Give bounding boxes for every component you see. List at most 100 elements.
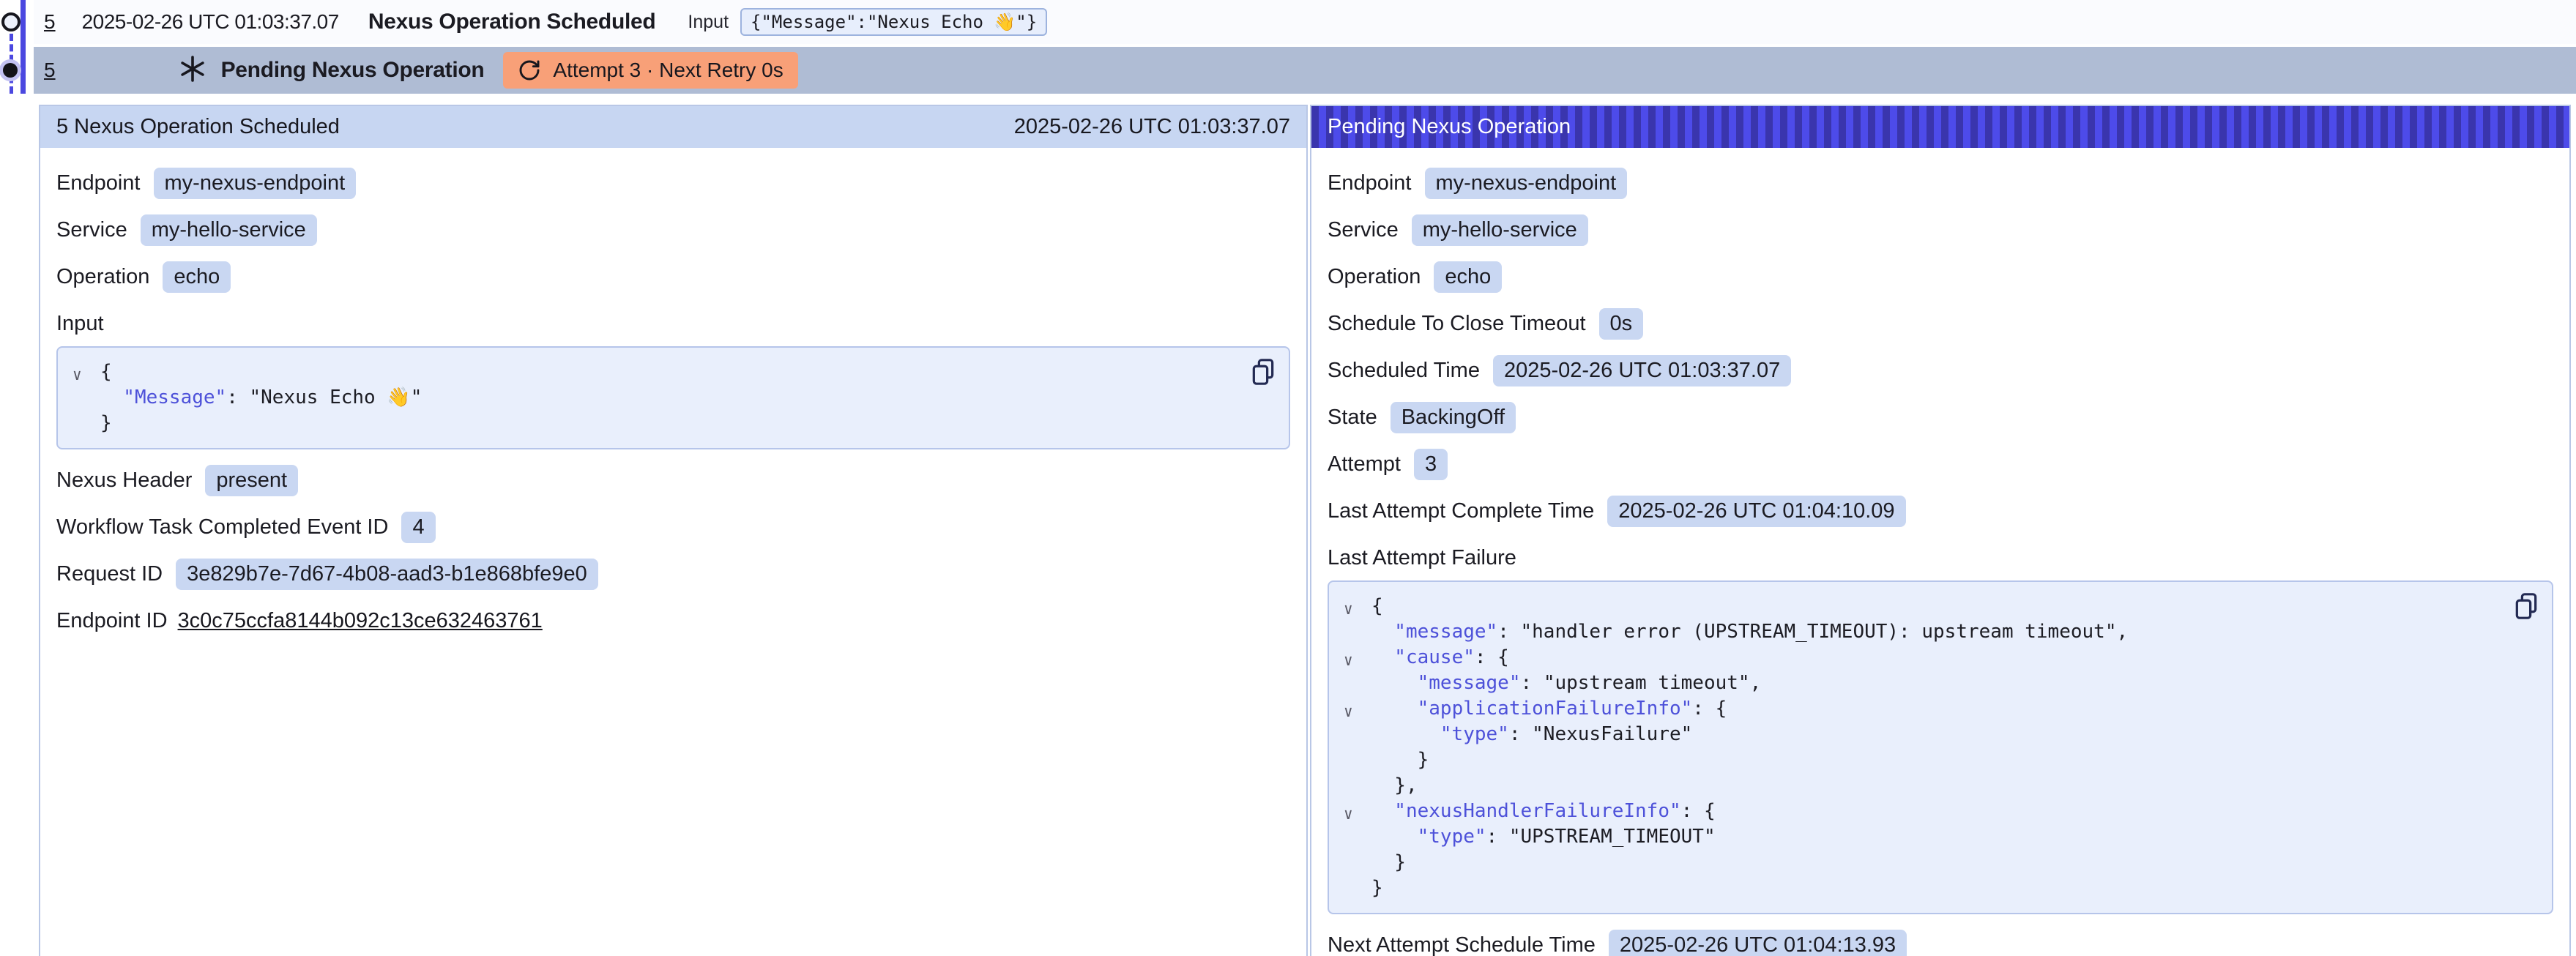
field-label: Endpoint: [56, 171, 141, 195]
event-id-link[interactable]: 5: [44, 59, 56, 82]
field-value-badge: 2025-02-26 UTC 01:03:37.07: [1493, 355, 1791, 386]
field-value-badge: 2025-02-26 UTC 01:04:10.09: [1607, 496, 1905, 527]
field-value-badge: my-nexus-endpoint: [1425, 168, 1628, 199]
pending-nexus-operation-row[interactable]: 5 Pending Nexus Operation Attempt 3 · Ne…: [34, 47, 2576, 94]
chevron-down-icon[interactable]: ∨: [72, 362, 82, 388]
field-label: Operation: [56, 265, 149, 289]
field-value-badge: 0s: [1599, 308, 1644, 340]
timeline-pending-node-icon: [3, 63, 18, 78]
retry-attempt-text: Attempt 3 · Next Retry 0s: [553, 59, 783, 82]
field-label: Operation: [1328, 265, 1421, 289]
chevron-down-icon[interactable]: ∨: [1344, 802, 1353, 827]
endpoint-id-link[interactable]: 3c0c75ccfa8144b092c13ce632463761: [178, 609, 543, 633]
field-label: Service: [1328, 218, 1399, 242]
field-row-next-attempt-schedule-time: Next Attempt Schedule Time 2025-02-26 UT…: [1328, 929, 2553, 956]
pending-title: Pending Nexus Operation: [221, 58, 485, 83]
pending-asterisk-icon: [179, 55, 206, 86]
retry-attempt-badge: Attempt 3 · Next Retry 0s: [503, 52, 797, 89]
field-label: Last Attempt Complete Time: [1328, 499, 1594, 523]
field-label: Scheduled Time: [1328, 359, 1480, 383]
code-line: "type": "UPSTREAM_TIMEOUT": [1371, 824, 2501, 850]
field-value-badge: present: [205, 465, 298, 496]
field-row-attempt: Attempt 3: [1328, 448, 2553, 480]
code-line: ∨"nexusHandlerFailureInfo": {: [1371, 799, 2501, 824]
field-label: Schedule To Close Timeout: [1328, 312, 1586, 336]
code-line: "message": "handler error (UPSTREAM_TIME…: [1371, 619, 2501, 645]
code-line: }: [1371, 875, 2501, 901]
field-value-badge: 2025-02-26 UTC 01:04:13.93: [1609, 930, 1907, 956]
code-line: ∨"applicationFailureInfo": {: [1371, 696, 2501, 722]
field-value-badge: my-hello-service: [1412, 214, 1588, 246]
field-value-badge: echo: [163, 261, 231, 293]
chevron-down-icon[interactable]: ∨: [1344, 648, 1353, 673]
event-detail-header: 5 Nexus Operation Scheduled 2025-02-26 U…: [40, 106, 1306, 148]
event-timestamp: 2025-02-26 UTC 01:03:37.07: [82, 10, 339, 34]
pending-operation-body: Endpoint my-nexus-endpoint Service my-he…: [1311, 148, 2569, 956]
field-value-badge: 3e829b7e-7d67-4b08-aad3-b1e868bfe9e0: [176, 559, 598, 590]
field-row-endpoint-id: Endpoint ID 3c0c75ccfa8144b092c13ce63246…: [56, 605, 1290, 637]
event-row-nexus-operation-scheduled[interactable]: 5 2025-02-26 UTC 01:03:37.07 Nexus Opera…: [34, 0, 2576, 44]
field-value-badge: BackingOff: [1391, 402, 1516, 433]
code-line: ∨"cause": {: [1371, 645, 2501, 671]
last-attempt-failure-label: Last Attempt Failure: [1328, 546, 2553, 570]
code-line: ∨{: [100, 359, 1237, 385]
field-value-badge: 4: [401, 512, 435, 543]
field-label: Request ID: [56, 562, 163, 586]
input-section-label: Input: [56, 312, 1290, 336]
code-line: }: [1371, 747, 2501, 773]
field-label: Workflow Task Completed Event ID: [56, 515, 388, 539]
code-line: "Message": "Nexus Echo 👋": [100, 385, 1237, 411]
chevron-down-icon[interactable]: ∨: [1344, 699, 1353, 725]
event-detail-panel: 5 Nexus Operation Scheduled 2025-02-26 U…: [39, 105, 1308, 956]
workflow-history-page: 5 2025-02-26 UTC 01:03:37.07 Nexus Opera…: [0, 0, 2576, 956]
failure-json-block: ∨{"message": "handler error (UPSTREAM_TI…: [1328, 580, 2553, 914]
field-value-badge: my-nexus-endpoint: [154, 168, 357, 199]
event-id-link[interactable]: 5: [44, 10, 56, 34]
pending-operation-header: Pending Nexus Operation: [1311, 106, 2569, 148]
failure-json-lines: ∨{"message": "handler error (UPSTREAM_TI…: [1371, 594, 2501, 901]
field-label: Next Attempt Schedule Time: [1328, 933, 1596, 956]
code-line: }: [100, 411, 1237, 436]
code-line: "message": "upstream timeout",: [1371, 671, 2501, 696]
event-detail-header-title: 5 Nexus Operation Scheduled: [56, 115, 340, 139]
field-row-request-id: Request ID 3e829b7e-7d67-4b08-aad3-b1e86…: [56, 558, 1290, 590]
field-label: State: [1328, 406, 1377, 430]
field-label: Endpoint: [1328, 171, 1412, 195]
field-row-endpoint: Endpoint my-nexus-endpoint: [56, 167, 1290, 199]
field-value-badge: my-hello-service: [141, 214, 317, 246]
code-line: }: [1371, 850, 2501, 875]
field-row-workflow-task-completed-event-id: Workflow Task Completed Event ID 4: [56, 511, 1290, 543]
chevron-down-icon[interactable]: ∨: [1344, 597, 1353, 622]
field-row-schedule-to-close-timeout: Schedule To Close Timeout 0s: [1328, 307, 2553, 340]
field-row-service: Service my-hello-service: [1328, 214, 2553, 246]
pending-operation-panel: Pending Nexus Operation Endpoint my-nexu…: [1310, 105, 2571, 956]
field-label: Nexus Header: [56, 468, 192, 493]
retry-icon: [518, 59, 541, 82]
field-row-state: State BackingOff: [1328, 401, 2553, 433]
timeline-event-node-icon: [1, 12, 21, 31]
copy-icon[interactable]: [1251, 358, 1276, 388]
event-title: Nexus Operation Scheduled: [368, 10, 656, 34]
field-value-badge: echo: [1434, 261, 1502, 293]
field-value-badge: 3: [1414, 449, 1448, 480]
code-line: ∨{: [1371, 594, 2501, 619]
field-label: Service: [56, 218, 127, 242]
input-json-lines: ∨{"Message": "Nexus Echo 👋"}: [100, 359, 1237, 436]
event-detail-body: Endpoint my-nexus-endpoint Service my-he…: [40, 148, 1306, 666]
field-row-endpoint: Endpoint my-nexus-endpoint: [1328, 167, 2553, 199]
input-json-block: ∨{"Message": "Nexus Echo 👋"}: [56, 346, 1290, 449]
field-row-service: Service my-hello-service: [56, 214, 1290, 246]
field-row-operation: Operation echo: [1328, 261, 2553, 293]
field-label: Attempt: [1328, 452, 1401, 477]
field-row-last-attempt-complete-time: Last Attempt Complete Time 2025-02-26 UT…: [1328, 495, 2553, 527]
event-detail-header-time: 2025-02-26 UTC 01:03:37.07: [1014, 115, 1290, 139]
copy-icon[interactable]: [2514, 592, 2539, 622]
field-label: Endpoint ID: [56, 609, 168, 633]
event-input-chip: {"Message":"Nexus Echo 👋"}: [740, 8, 1047, 36]
timeline-rail-line: [21, 0, 26, 94]
event-input-label: Input: [688, 12, 729, 33]
code-line: "type": "NexusFailure": [1371, 722, 2501, 747]
code-line: },: [1371, 773, 2501, 799]
pending-operation-header-title: Pending Nexus Operation: [1328, 115, 1571, 139]
field-row-operation: Operation echo: [56, 261, 1290, 293]
